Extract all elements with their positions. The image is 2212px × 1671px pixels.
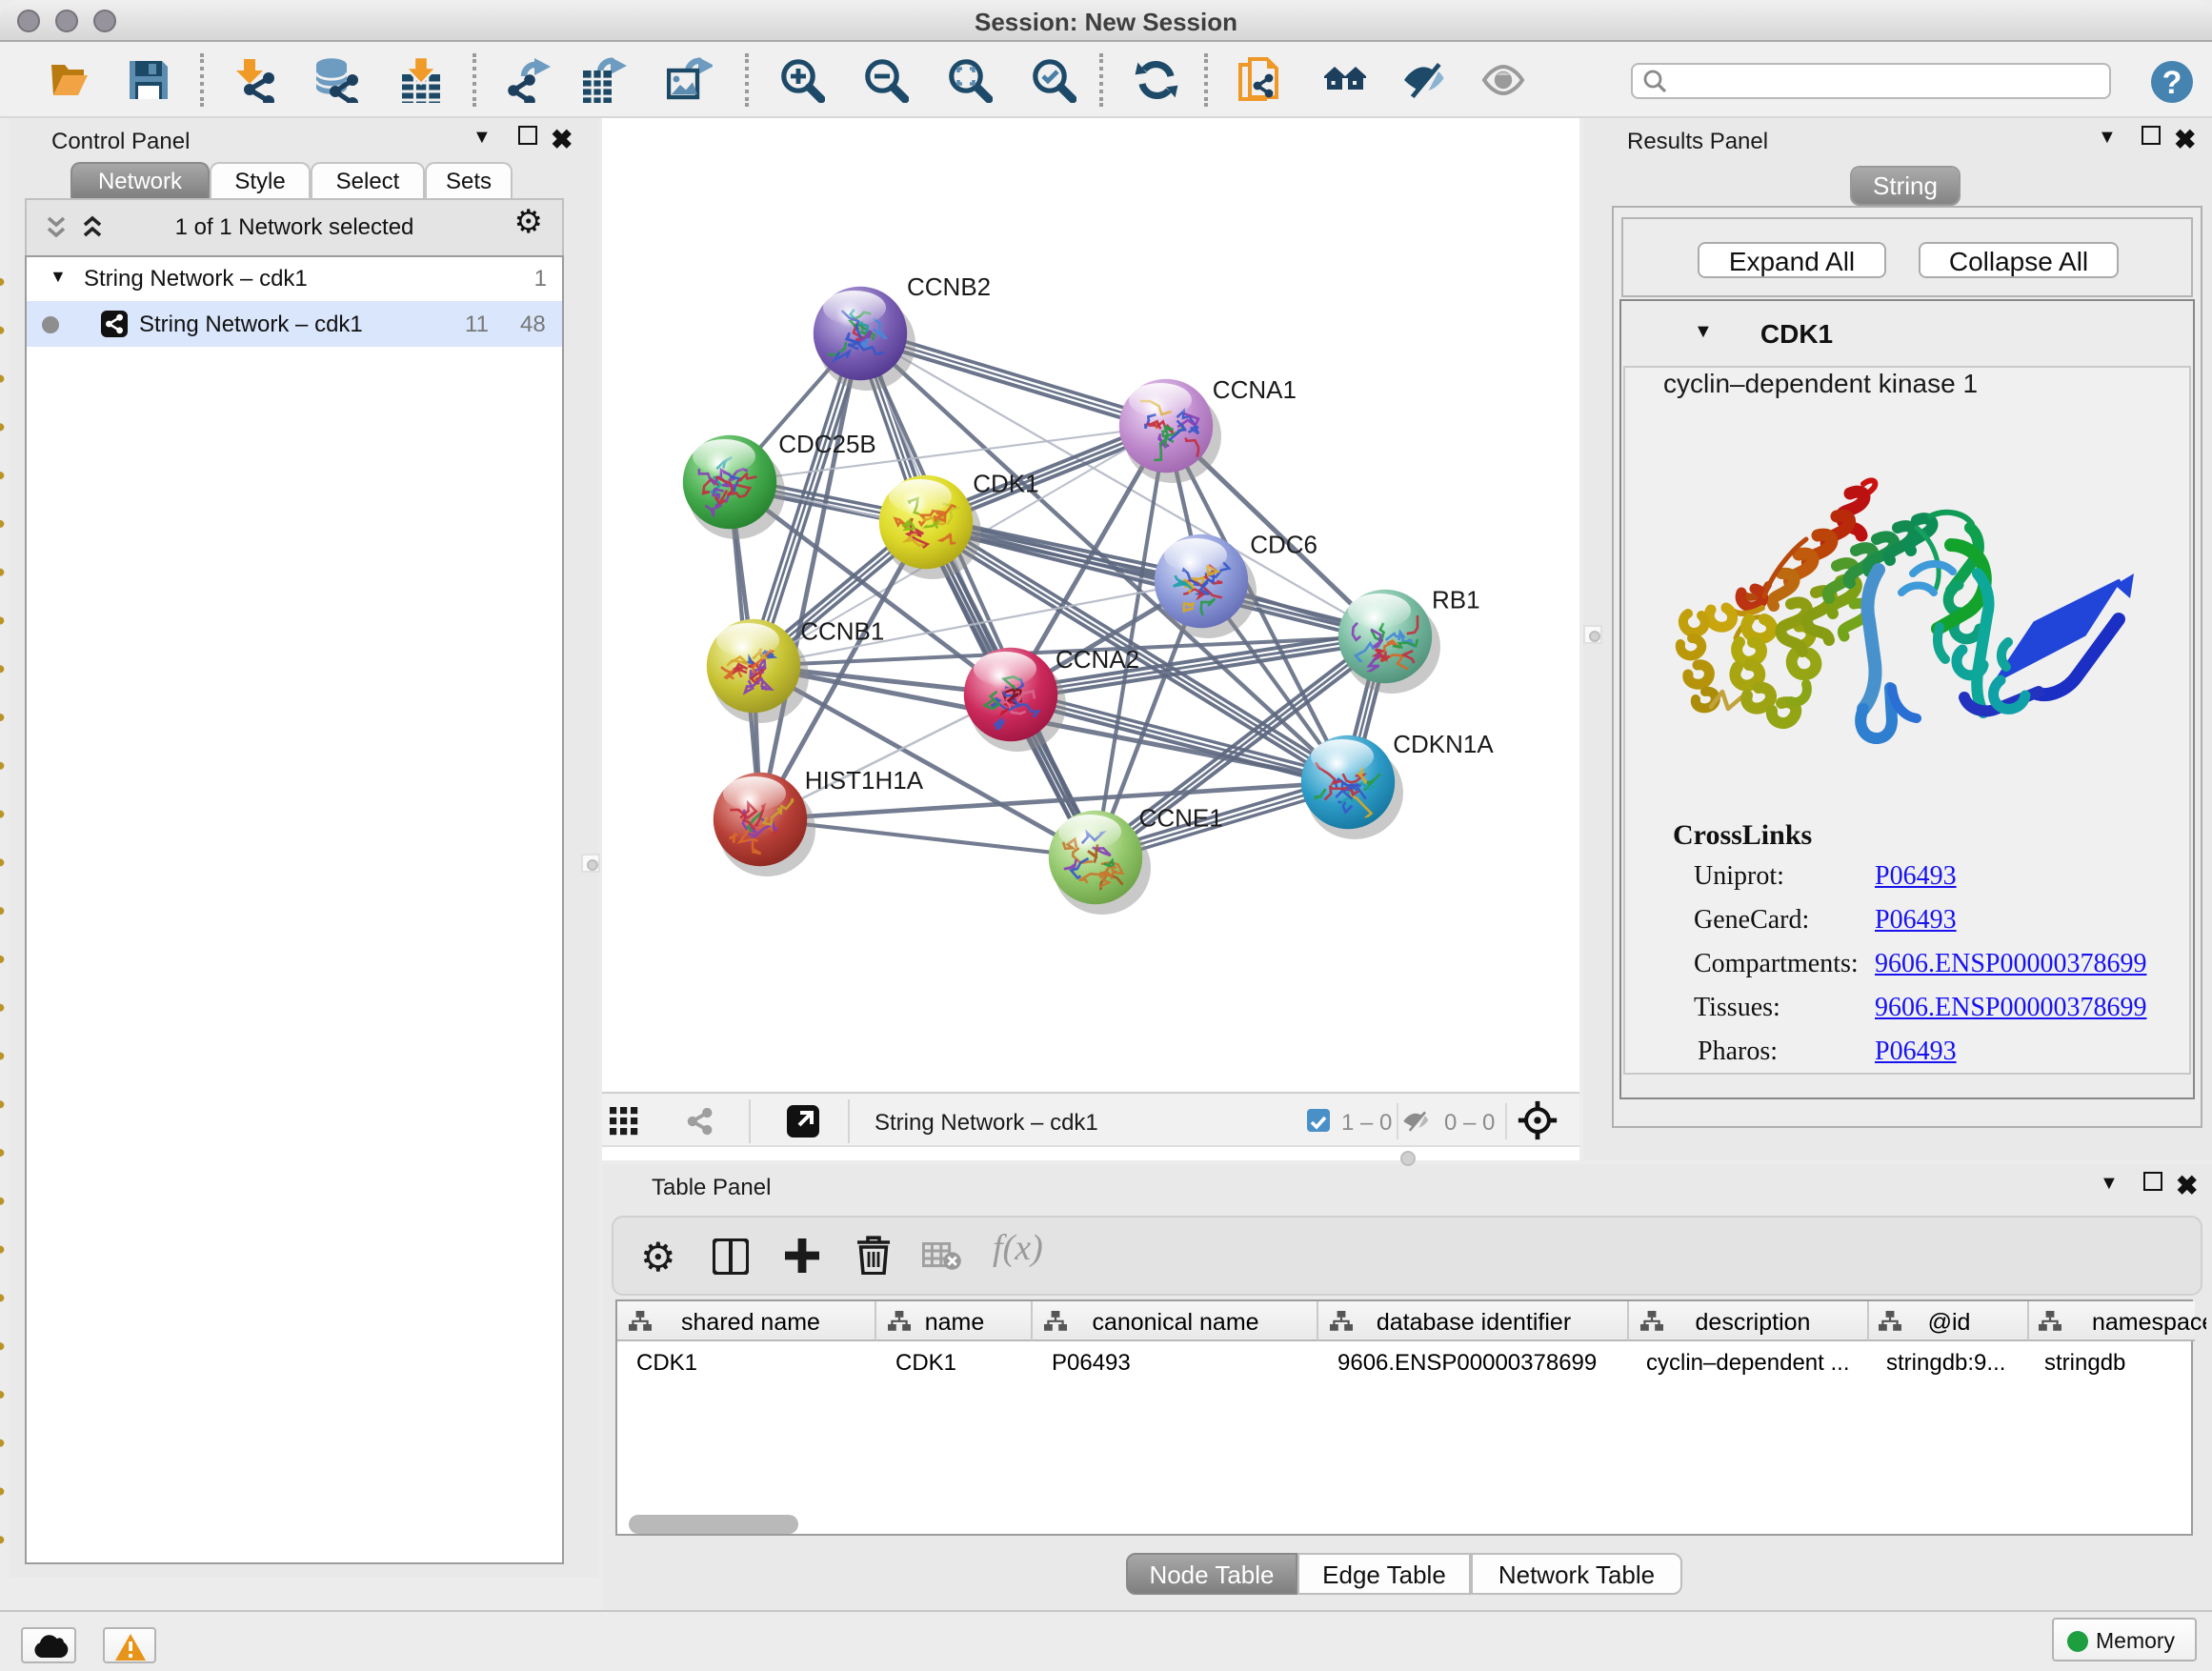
svg-text:?: ? xyxy=(2162,65,2182,101)
svg-text:CDK1: CDK1 xyxy=(973,470,1038,498)
svg-text:CDC6: CDC6 xyxy=(1250,531,1317,559)
svg-text:CDKN1A: CDKN1A xyxy=(1393,730,1494,758)
svg-text:CCNA1: CCNA1 xyxy=(1213,375,1297,404)
svg-text:CCNB1: CCNB1 xyxy=(800,616,884,645)
svg-text:HIST1H1A: HIST1H1A xyxy=(805,766,924,795)
svg-text:RB1: RB1 xyxy=(1432,585,1480,614)
svg-text:CCNB2: CCNB2 xyxy=(907,272,991,301)
svg-text:CCNA2: CCNA2 xyxy=(1056,645,1139,674)
svg-text:CCNE1: CCNE1 xyxy=(1139,804,1223,833)
svg-text:CDC25B: CDC25B xyxy=(778,430,876,458)
